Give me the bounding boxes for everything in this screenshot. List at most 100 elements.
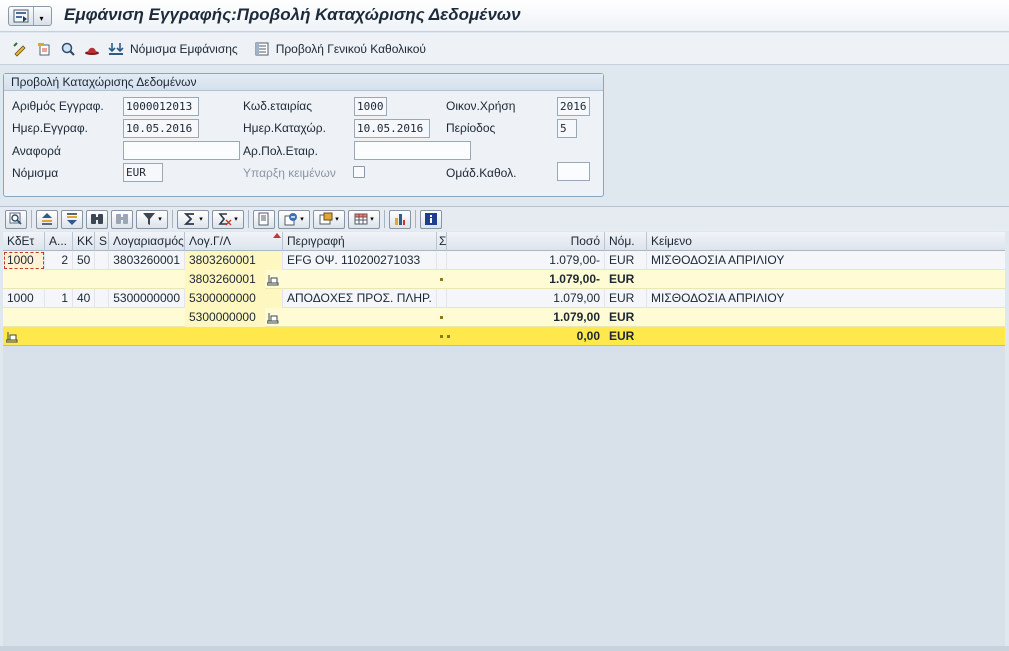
hat-icon[interactable] (82, 39, 102, 59)
sort-descending-icon (67, 213, 77, 225)
cell-company-code[interactable]: 1000 (3, 251, 45, 270)
cell-gl-account[interactable]: 5300000000 (185, 289, 283, 308)
document-overview-icon[interactable] (58, 39, 78, 59)
sort-ascending-button[interactable] (36, 209, 58, 229)
cell-company-code[interactable]: 1000 (3, 289, 45, 308)
cell-text[interactable]: ΜΙΣΘΟΔΟΣΙΑ ΑΠΡΙΛΙΟΥ (647, 289, 1005, 308)
col-gl-account[interactable]: Λογ.Γ/Λ (185, 232, 283, 251)
cell-sum (437, 289, 447, 308)
currency-arrows-icon (106, 39, 126, 59)
sort-descending-button[interactable] (61, 209, 83, 229)
cell-currency[interactable]: EUR (605, 270, 647, 289)
group-title: Προβολή Καταχώρισης Δεδομένων (4, 74, 603, 91)
posting-date-field[interactable]: 10.05.2016 (354, 119, 430, 138)
export-icon (284, 213, 298, 226)
cell-amount[interactable]: 1.079,00 (447, 289, 605, 308)
subtotal-row[interactable]: 3803260001 1.079,00- EUR (3, 270, 1005, 289)
col-currency[interactable]: Νόμ. (605, 232, 647, 251)
cell-s[interactable] (95, 251, 109, 270)
col-company-code[interactable]: ΚδΕτ (3, 232, 45, 251)
cell-text[interactable]: ΜΙΣΘΟΔΟΣΙΑ ΑΠΡΙΛΙΟΥ (647, 251, 1005, 270)
table-row[interactable]: 1000 1 40 5300000000 5300000000 ΑΠΟΔΟΧΕΣ… (3, 289, 1005, 308)
company-code-field[interactable]: 1000 (354, 97, 387, 116)
edit-pencil-icon[interactable] (10, 39, 30, 59)
cell-posting-key[interactable]: 50 (73, 251, 95, 270)
texts-exist-checkbox[interactable] (353, 166, 365, 178)
total-row[interactable]: 0,00 EUR (3, 327, 1005, 346)
subtotal-row[interactable]: 5300000000 1.079,00 EUR (3, 308, 1005, 327)
other-document-icon[interactable] (34, 39, 54, 59)
cell-description[interactable]: ΑΠΟΔΟΧΕΣ ΠΡΟΣ. ΠΛΗΡ. (283, 289, 437, 308)
ledger-group-field[interactable] (557, 162, 590, 181)
reference-field[interactable] (123, 141, 240, 160)
export-button[interactable]: ▾ (278, 209, 310, 229)
col-item[interactable]: Α... (45, 232, 73, 251)
document-header-group: Προβολή Καταχώρισης Δεδομένων Αριθμός Εγ… (3, 73, 604, 197)
cell-amount[interactable]: 1.079,00- (447, 251, 605, 270)
col-text[interactable]: Κείμενο (647, 232, 1005, 251)
period-field[interactable]: 5 (557, 119, 577, 138)
display-currency-button[interactable]: Νόμισμα Εμφάνισης (106, 39, 238, 59)
cell-currency[interactable]: EUR (605, 289, 647, 308)
currency-field[interactable]: EUR (123, 163, 163, 182)
chevron-down-icon: ▾ (300, 216, 304, 223)
layout-button[interactable]: ▾ (313, 209, 345, 229)
subtotal-button[interactable]: ▾ (212, 209, 244, 229)
general-ledger-view-button[interactable]: Προβολή Γενικού Καθολικού (252, 39, 426, 59)
cross-company-label: Αρ.Πολ.Εταιρ. (243, 144, 318, 158)
cross-company-field[interactable] (354, 141, 471, 160)
display-currency-label: Νόμισμα Εμφάνισης (130, 41, 238, 56)
find-next-button[interactable] (111, 209, 133, 229)
toolbar-separator (384, 210, 385, 228)
layout-select-button[interactable]: ▾ (348, 209, 380, 229)
toolbar-separator (415, 210, 416, 228)
find-button[interactable] (86, 209, 108, 229)
doc-date-field[interactable]: 10.05.2016 (123, 119, 199, 138)
table-row[interactable]: 1000 2 50 3803260001 3803260001 EFG ΟΨ. … (3, 251, 1005, 270)
total-icon[interactable] (3, 327, 23, 346)
system-menu-button[interactable]: ▾ (8, 6, 52, 26)
chevron-down-icon: ▾ (234, 216, 238, 223)
cell-sum (437, 251, 447, 270)
table-layout-icon (354, 213, 368, 225)
col-description[interactable]: Περιγραφή (283, 232, 437, 251)
cell-amount[interactable]: 1.079,00 (447, 308, 605, 327)
cell-amount[interactable]: 1.079,00- (447, 270, 605, 289)
subtotal-icon[interactable] (265, 308, 283, 327)
cell-description[interactable]: EFG ΟΨ. 110200271033 (283, 251, 437, 270)
cell-currency[interactable]: EUR (605, 327, 647, 346)
information-button[interactable] (420, 209, 442, 229)
cell-gl-account[interactable]: 3803260001 (185, 251, 283, 270)
col-account[interactable]: Λογαριασμός (109, 232, 185, 251)
cell-gl-account[interactable]: 5300000000 (185, 308, 265, 327)
chevron-down-icon: ▾ (158, 216, 162, 223)
col-posting-key[interactable]: ΚΚ (73, 232, 95, 251)
grid-header: ΚδΕτ Α... ΚΚ S Λογαριασμός Λογ.Γ/Λ Περιγ… (3, 232, 1005, 251)
toolbar-separator (248, 210, 249, 228)
filter-icon (143, 213, 156, 225)
col-sum[interactable]: Σ (437, 232, 447, 251)
fiscal-year-field[interactable]: 2016 (557, 97, 590, 116)
cell-account[interactable]: 5300000000 (109, 289, 185, 308)
cell-item[interactable]: 1 (45, 289, 73, 308)
total-button[interactable]: ▾ (177, 209, 209, 229)
doc-no-field[interactable]: 1000012013 (123, 97, 199, 116)
subtotal-icon[interactable] (265, 270, 283, 289)
cell-currency[interactable]: EUR (605, 251, 647, 270)
binoculars-next-icon (116, 214, 128, 224)
print-preview-button[interactable] (253, 209, 275, 229)
cell-currency[interactable]: EUR (605, 308, 647, 327)
details-button[interactable] (5, 209, 27, 229)
cell-s[interactable] (95, 289, 109, 308)
cell-item[interactable]: 2 (45, 251, 73, 270)
col-amount[interactable]: Ποσό (447, 232, 605, 251)
cell-account[interactable]: 3803260001 (109, 251, 185, 270)
cell-gl-account[interactable]: 3803260001 (185, 270, 265, 289)
cell-amount[interactable]: 0,00 (447, 327, 605, 346)
cell-posting-key[interactable]: 40 (73, 289, 95, 308)
col-s[interactable]: S (95, 232, 109, 251)
magnifier-icon (9, 212, 22, 225)
graphic-button[interactable] (389, 209, 411, 229)
filter-button[interactable]: ▾ (136, 209, 168, 229)
application-toolbar: Νόμισμα Εμφάνισης Προβολή Γενικού Καθολι… (0, 33, 1009, 65)
